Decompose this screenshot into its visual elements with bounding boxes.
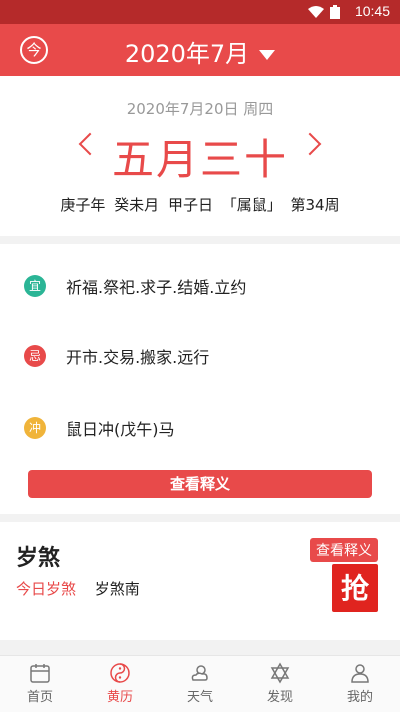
tab-discover-label: 发现: [266, 690, 293, 705]
caret-down-icon: [259, 50, 276, 60]
suisha-value: 岁煞南: [94, 580, 140, 598]
tab-discover[interactable]: 发现: [240, 656, 320, 712]
yi-text: 祈福.祭祀.求子.结婚.立约: [66, 278, 247, 297]
status-time: 10:45: [354, 3, 390, 19]
explain-button[interactable]: 查看释义: [28, 470, 372, 498]
tab-weather-label: 天气: [186, 690, 213, 705]
next-day-arrow-icon[interactable]: [298, 132, 322, 156]
battery-icon: [330, 5, 340, 19]
calendar-icon: [30, 664, 50, 683]
suisha-explain-button[interactable]: 查看释义: [310, 538, 378, 562]
suisha-key: 今日岁煞: [16, 580, 77, 598]
month-selector[interactable]: 2020年7月: [0, 34, 400, 69]
person-icon: [351, 664, 369, 683]
date-card: 2020年7月20日 周四 五月三十 庚子年 癸未月 甲子日 「属鼠」 第34周: [0, 76, 400, 236]
taiji-icon: [110, 663, 130, 683]
ji-badge: 忌: [24, 345, 46, 367]
yi-badge: 宜: [24, 275, 46, 297]
prev-day-arrow-icon[interactable]: [78, 132, 102, 156]
chong-badge: 冲: [24, 417, 46, 439]
star-icon: [270, 662, 290, 684]
tab-mine-label: 我的: [346, 690, 373, 705]
month-title: 2020年7月: [124, 40, 250, 68]
gregorian-date: 2020年7月20日 周四: [126, 100, 274, 118]
tab-home-label: 首页: [26, 690, 53, 705]
bottom-tab-bar: 首页 黄历 天气 发现 我的: [0, 655, 400, 712]
ganzhi-info: 庚子年 癸未月 甲子日 「属鼠」 第34周: [60, 196, 340, 214]
chong-text: 鼠日冲(戊午)马: [66, 420, 175, 439]
weather-icon: [191, 665, 208, 681]
suisha-card: 岁煞 今日岁煞 岁煞南 查看释义 抢: [0, 522, 400, 640]
wifi-icon: [308, 6, 324, 18]
app-header: 今 2020年7月: [0, 24, 400, 76]
yiji-card: 宜 祈福.祭祀.求子.结婚.立约 忌 开市.交易.搬家.远行 冲 鼠日冲(戊午)…: [0, 244, 400, 514]
tab-almanac[interactable]: 黄历: [80, 656, 160, 712]
chong-row: 冲 鼠日冲(戊午)马: [24, 416, 175, 440]
status-icons: [308, 5, 340, 19]
yi-row: 宜 祈福.祭祀.求子.结婚.立约: [24, 274, 246, 298]
tab-home[interactable]: 首页: [0, 656, 80, 712]
tab-weather[interactable]: 天气: [160, 656, 240, 712]
red-envelope-promo[interactable]: 抢: [332, 564, 378, 612]
tab-almanac-label: 黄历: [106, 690, 133, 705]
lunar-date: 五月三十: [111, 135, 288, 184]
lunar-row: 五月三十: [0, 126, 400, 184]
suisha-title: 岁煞: [16, 546, 61, 571]
suisha-info: 今日岁煞 岁煞南: [16, 578, 140, 599]
ji-text: 开市.交易.搬家.远行: [66, 348, 210, 367]
status-bar: 10:45: [0, 0, 400, 24]
tab-mine[interactable]: 我的: [320, 656, 400, 712]
ji-row: 忌 开市.交易.搬家.远行: [24, 344, 209, 368]
